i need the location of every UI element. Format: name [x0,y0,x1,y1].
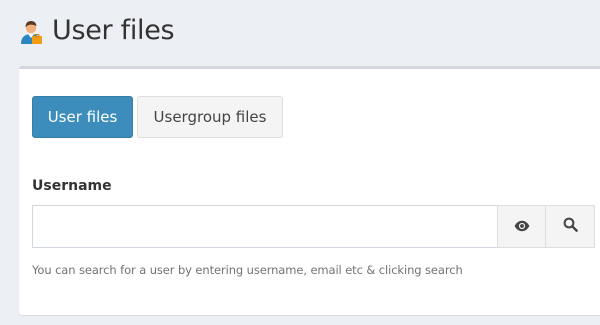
search-button[interactable] [546,205,595,248]
username-help-text: You can search for a user by entering us… [32,263,463,277]
search-icon [563,217,578,236]
tab-usergroup-files[interactable]: Usergroup files [137,96,283,138]
username-label: Username [32,178,112,194]
username-input[interactable] [32,205,497,248]
eye-icon [514,217,530,236]
page: User files User files Usergroup files Us… [0,0,600,325]
user-icon [18,19,44,45]
page-title: User files [52,15,175,46]
username-input-group [32,205,595,248]
user-files-panel: User files Usergroup files Username You … [19,66,600,315]
tab-user-files[interactable]: User files [32,96,133,138]
page-header: User files [0,0,600,62]
show-password-button[interactable] [497,205,546,248]
